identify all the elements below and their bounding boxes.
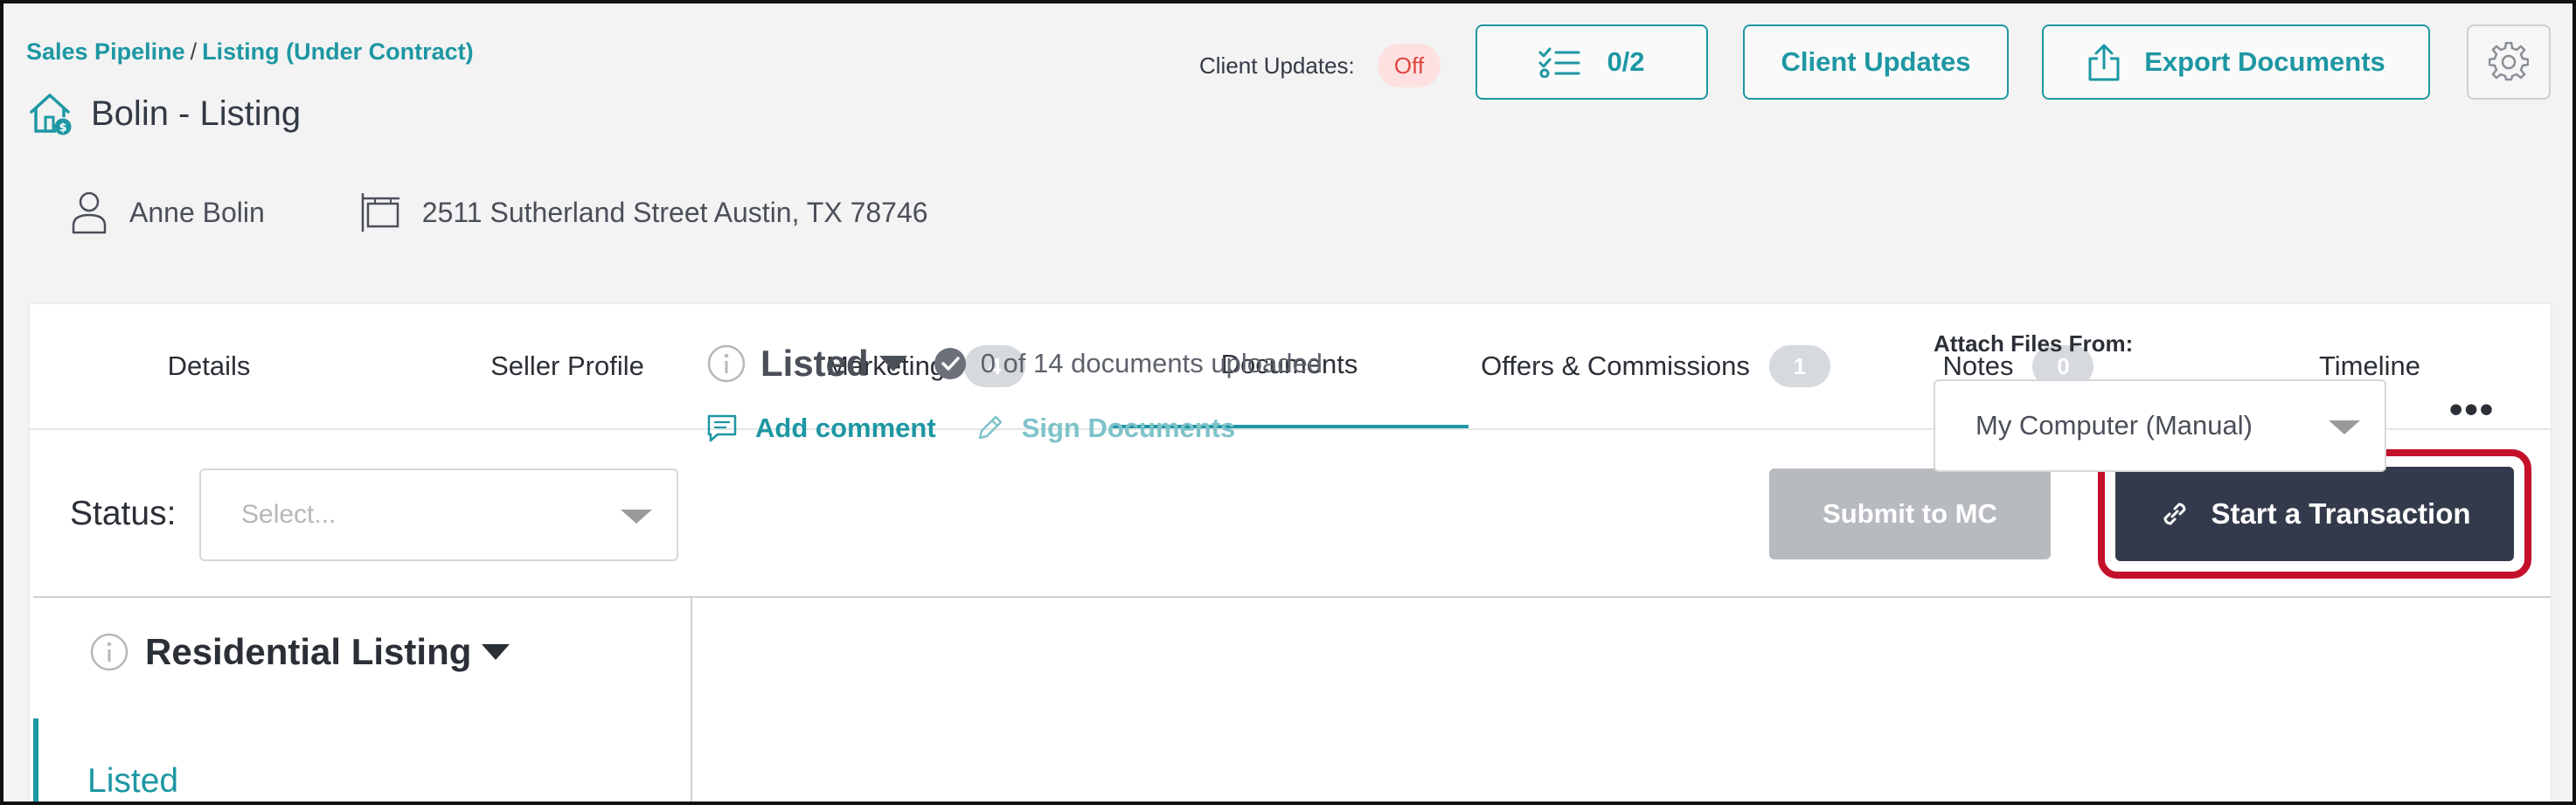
checklist-icon	[1538, 47, 1580, 78]
tab-seller-profile[interactable]: Seller Profile	[388, 304, 746, 428]
chevron-down-icon	[621, 510, 652, 524]
app-window: Sales Pipeline / Listing (Under Contract) …	[0, 0, 2576, 805]
check-circle-icon	[934, 348, 966, 379]
add-comment-label: Add comment	[755, 413, 936, 443]
status-select[interactable]: Select...	[199, 468, 678, 561]
listing-type-label: Residential Listing	[145, 631, 472, 672]
tasks-button[interactable]: 0/2	[1475, 24, 1708, 100]
tab-timeline-label: Timeline	[2319, 350, 2420, 381]
stage-actions: Add comment Sign Documents	[706, 413, 1235, 444]
sidebar-item-listed[interactable]: Listed	[33, 718, 178, 802]
start-transaction-label: Start a Transaction	[2211, 497, 2471, 530]
contact-info: Anne Bolin	[70, 191, 265, 234]
chevron-down-icon	[2329, 420, 2360, 434]
attach-files-value: My Computer (Manual)	[1975, 410, 2253, 441]
contact-name: Anne Bolin	[129, 196, 265, 228]
attach-files-label: Attach Files From:	[1934, 330, 2134, 357]
person-icon	[72, 191, 107, 234]
tasks-count: 0/2	[1607, 46, 1645, 77]
listing-type-dropdown[interactable]: Residential Listing	[89, 631, 510, 673]
breadcrumb-listing-under-contract[interactable]: Listing (Under Contract)	[202, 38, 474, 65]
breadcrumb-sales-pipeline[interactable]: Sales Pipeline	[26, 38, 185, 65]
add-comment-link[interactable]: Add comment	[706, 413, 936, 444]
sign-documents-label: Sign Documents	[1021, 413, 1236, 443]
stage-header: Listed 0 of 14 documents uploaded	[706, 343, 1323, 385]
page-title: Bolin - Listing	[91, 94, 302, 133]
breadcrumb: Sales Pipeline / Listing (Under Contract)	[26, 38, 474, 66]
gear-icon	[2489, 42, 2529, 81]
documents-uploaded-status: 0 of 14 documents uploaded	[980, 348, 1323, 378]
tab-offers-commissions[interactable]: Offers & Commissions 1	[1463, 304, 1848, 428]
share-upload-icon	[2088, 44, 2120, 81]
property-address: 2511 Sutherland Street Austin, TX 78746	[421, 196, 928, 228]
listing-info-row: Anne Bolin 2511 Sutherland Street Austin…	[70, 191, 928, 234]
status-select-placeholder: Select...	[241, 500, 337, 529]
caret-down-icon[interactable]	[878, 356, 907, 371]
export-documents-label: Export Documents	[2144, 46, 2385, 77]
pencil-icon	[978, 415, 1002, 440]
attach-files-select[interactable]: My Computer (Manual)	[1934, 379, 2386, 472]
property-sign-icon	[361, 193, 399, 232]
tab-offers-count-badge: 1	[1768, 345, 1830, 387]
sign-documents-link[interactable]: Sign Documents	[975, 413, 1236, 444]
info-icon	[707, 344, 746, 383]
breadcrumb-separator: /	[190, 38, 198, 65]
status-label: Status:	[70, 495, 177, 532]
tab-offers-commissions-label: Offers & Commissions	[1481, 350, 1750, 381]
tab-details-label: Details	[167, 350, 251, 381]
stage-name[interactable]: Listed	[760, 343, 869, 385]
address-info: 2511 Sutherland Street Austin, TX 78746	[359, 191, 928, 233]
comment-icon	[707, 414, 737, 442]
tab-details[interactable]: Details	[30, 304, 388, 428]
start-transaction-button[interactable]: Start a Transaction	[2115, 467, 2514, 561]
settings-button[interactable]	[2467, 24, 2551, 100]
link-icon	[2163, 503, 2186, 525]
house-dollar-icon: $	[30, 94, 72, 135]
client-updates-button[interactable]: Client Updates	[1743, 24, 2009, 100]
more-options-icon[interactable]: •••	[2449, 388, 2495, 432]
caret-down-icon	[482, 644, 510, 660]
page-title-row: $ Bolin - Listing	[28, 91, 301, 136]
submit-to-mc-button[interactable]: Submit to MC	[1769, 468, 2051, 559]
info-icon	[90, 633, 128, 671]
client-updates-label: Client Updates:	[1199, 52, 1355, 79]
client-updates-status-badge[interactable]: Off	[1378, 44, 1441, 87]
export-documents-button[interactable]: Export Documents	[2042, 24, 2430, 100]
tab-seller-profile-label: Seller Profile	[490, 350, 644, 381]
svg-text:$: $	[59, 121, 66, 135]
document-sections-pane: Residential Listing Listed	[33, 598, 692, 802]
